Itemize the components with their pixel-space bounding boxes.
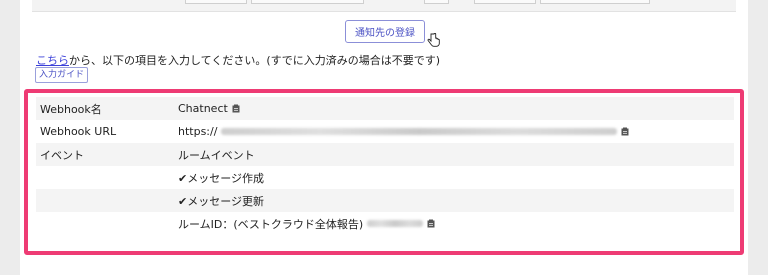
table-row-webhook-name: Webhook名 Chatnect — [36, 97, 734, 120]
webhook-name-value: Chatnect — [178, 102, 228, 115]
instruction-text: こちらから、以下の項目を入力してください。(すでに入力済みの場合は不要です) — [36, 52, 440, 68]
webhook-url-value-cell: https:// — [178, 125, 734, 138]
webhook-url-label: Webhook URL — [40, 125, 117, 138]
webhook-name-label: Webhook名 — [40, 102, 102, 116]
table-row-room-id: ルームID：(ベストクラウド全体報告) — [36, 212, 734, 235]
here-link[interactable]: こちら — [36, 54, 69, 67]
copy-icon[interactable] — [427, 219, 435, 228]
register-notification-button[interactable]: 通知先の登録 — [345, 20, 425, 43]
room-id-cell: ルームID：(ベストクラウド全体報告) — [178, 216, 734, 232]
copy-icon[interactable] — [232, 104, 240, 113]
room-id-redacted — [367, 220, 424, 227]
top-field-right-2[interactable] — [540, 0, 650, 4]
table-row-event-item: ✔メッセージ更新 — [36, 189, 734, 212]
hand-cursor-icon — [427, 33, 440, 47]
event-label: イベント — [40, 148, 84, 162]
top-form-strip — [32, 0, 736, 12]
table-row-event-item: ✔メッセージ作成 — [36, 166, 734, 189]
instruction-rest: から、以下の項目を入力してください。(すでに入力済みの場合は不要です) — [69, 54, 441, 67]
event-header: ルームイベント — [178, 148, 255, 162]
event-item-message-update: ✔メッセージ更新 — [178, 194, 264, 208]
table-row-event: イベント ルームイベント — [36, 143, 734, 166]
top-field-small[interactable] — [424, 0, 449, 4]
webhook-url-redacted — [221, 128, 618, 135]
room-id-label: ルームID：(ベストクラウド全体報告) — [178, 217, 364, 231]
event-item-message-create: ✔メッセージ作成 — [178, 171, 264, 185]
top-field-left[interactable] — [185, 0, 247, 4]
webhook-name-value-cell: Chatnect — [178, 102, 734, 115]
top-field-left-2[interactable] — [251, 0, 364, 4]
webhook-settings-table: Webhook名 Chatnect Webhook URL https:// イ… — [36, 97, 734, 235]
input-guide-button[interactable]: 入力ガイド — [35, 67, 89, 83]
table-row-webhook-url: Webhook URL https:// — [36, 120, 734, 143]
webhook-url-prefix: https:// — [178, 125, 218, 138]
copy-icon[interactable] — [621, 127, 629, 136]
top-field-right[interactable] — [474, 0, 536, 4]
